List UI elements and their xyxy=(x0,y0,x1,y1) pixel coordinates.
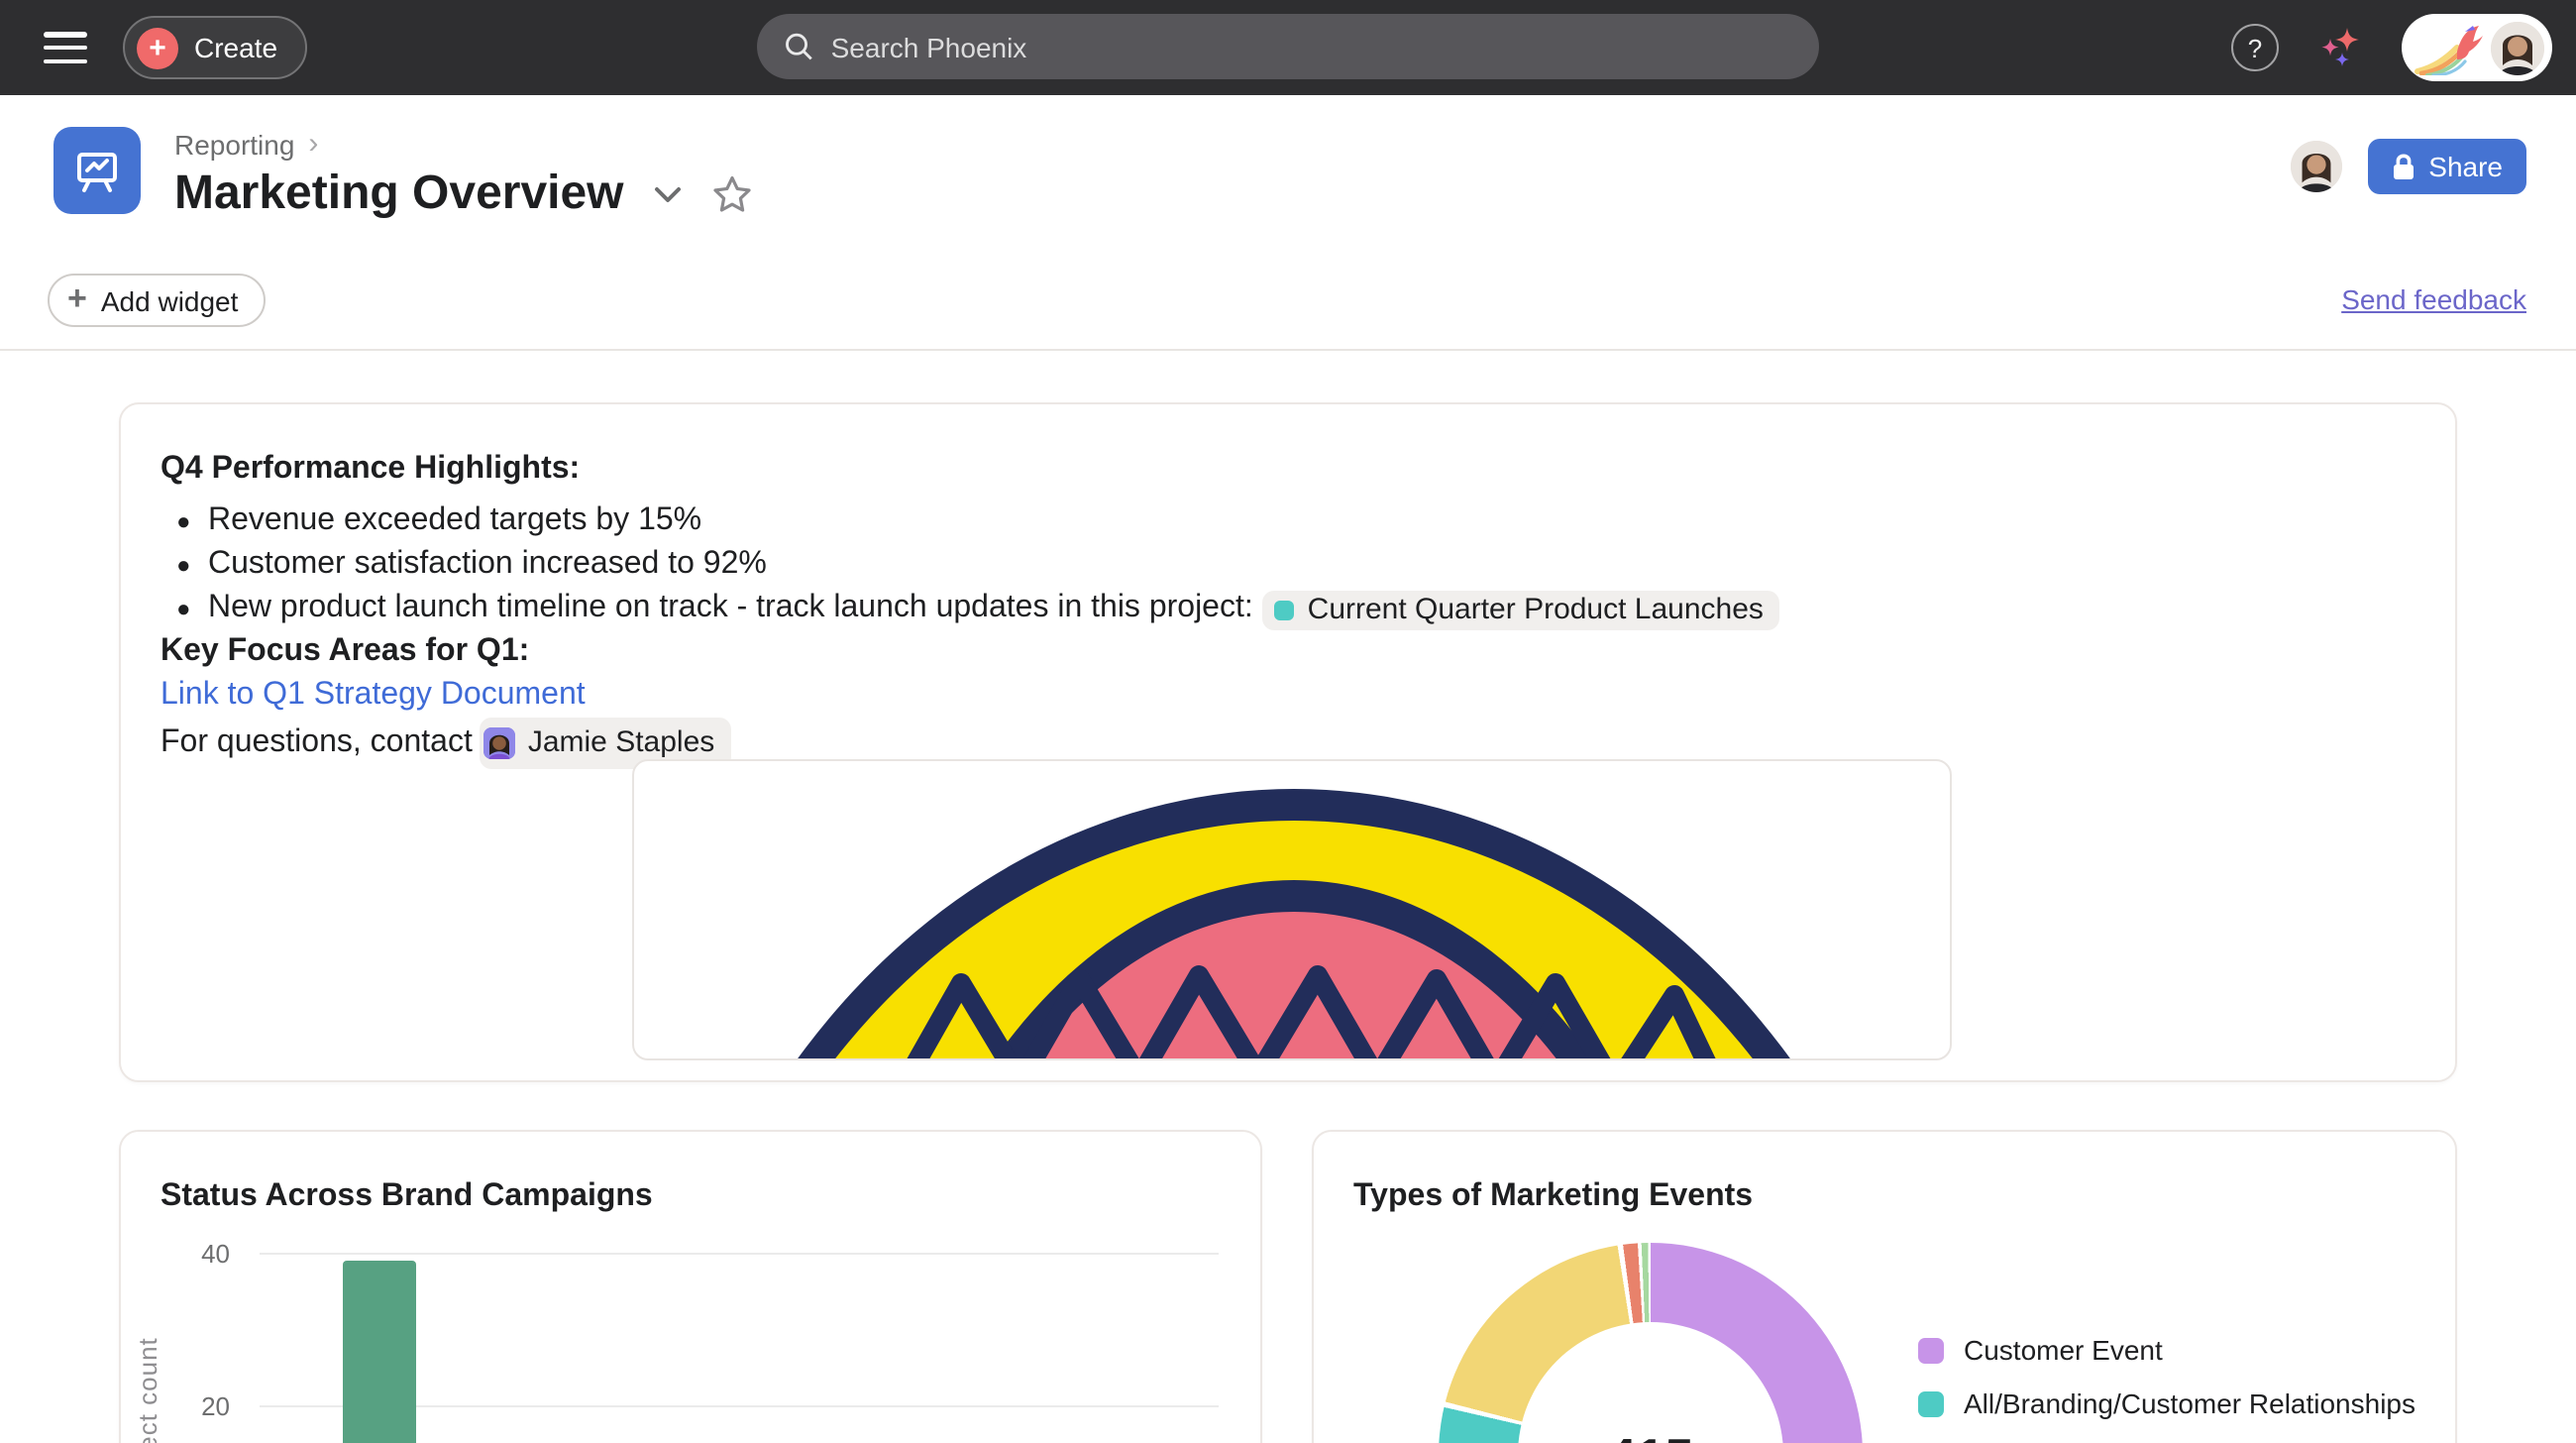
q1-strategy-document-link[interactable]: Link to Q1 Strategy Document xyxy=(161,674,2415,718)
project-chip-label: Current Quarter Product Launches xyxy=(1308,593,1764,628)
y-tick-20: 20 xyxy=(141,1391,230,1421)
note-bullet-2: ●Customer satisfaction increased to 92% xyxy=(161,543,2415,587)
ai-sparkles-icon[interactable] xyxy=(2316,24,2364,71)
balloon-illustration xyxy=(634,761,1952,1060)
legend-item-third xyxy=(1918,1437,2415,1443)
search-icon xyxy=(785,32,813,61)
breadcrumb-reporting-link[interactable]: Reporting xyxy=(174,128,294,160)
y-tick-40: 40 xyxy=(141,1239,230,1269)
donut-legend: Customer Event All/Branding/Customer Rel… xyxy=(1918,1330,2415,1443)
donut-chart-widget-card: Types of Marketing Events 415 Customer E… xyxy=(1312,1130,2457,1443)
share-button-label: Share xyxy=(2428,151,2503,182)
page-title[interactable]: Marketing Overview xyxy=(174,166,624,222)
note-bullet-1: ●Revenue exceeded targets by 15% xyxy=(161,500,2415,543)
asana-dashboard-page: + Create ? xyxy=(0,0,2576,1443)
focus-heading: Key Focus Areas for Q1: xyxy=(161,630,2415,674)
legend-swatch-teal xyxy=(1918,1390,1944,1416)
project-chip-link[interactable]: Current Quarter Product Launches xyxy=(1262,591,1779,630)
legend-item-all-branding: All/Branding/Customer Relationships xyxy=(1918,1384,2415,1423)
phoenix-logo-icon xyxy=(2414,20,2485,75)
plus-icon: + xyxy=(67,281,87,315)
global-search[interactable] xyxy=(757,14,1819,79)
donut-chart[interactable] xyxy=(1439,1243,1863,1443)
lock-icon xyxy=(2391,153,2415,180)
collaborator-avatar[interactable] xyxy=(2290,141,2341,192)
note-heading: Q4 Performance Highlights: xyxy=(161,448,2415,492)
header-right-cluster: Share xyxy=(2290,139,2526,194)
top-bar: + Create ? xyxy=(0,0,2576,95)
jamie-staples-avatar xyxy=(484,727,516,759)
sidebar-toggle-icon[interactable] xyxy=(44,32,87,63)
star-favorite-icon[interactable] xyxy=(711,174,753,214)
title-row: Marketing Overview xyxy=(174,166,753,222)
breadcrumb-chevron-icon: › xyxy=(308,127,318,161)
topbar-right-cluster: ? xyxy=(2231,0,2552,95)
help-button[interactable]: ? xyxy=(2231,24,2279,71)
share-button[interactable]: Share xyxy=(2367,139,2526,194)
project-color-swatch xyxy=(1274,601,1294,620)
bar-chart-widget-card: Status Across Brand Campaigns Project co… xyxy=(119,1130,1262,1443)
plus-icon: + xyxy=(137,27,178,68)
send-feedback-link[interactable]: Send feedback xyxy=(2341,283,2526,315)
bar-chart-title: Status Across Brand Campaigns xyxy=(161,1179,653,1215)
legend-item-customer-event: Customer Event xyxy=(1918,1330,2415,1370)
user-avatar xyxy=(2491,21,2544,74)
create-button-label: Create xyxy=(194,32,277,63)
donut-total-value: 415 xyxy=(1439,1427,1863,1443)
green-status-bar[interactable] xyxy=(343,1261,416,1443)
note-bullet-3: ●New product launch timeline on track - … xyxy=(161,587,2415,630)
account-menu[interactable] xyxy=(2402,14,2552,81)
breadcrumb: Reporting › xyxy=(174,127,318,161)
donut-hole xyxy=(1518,1322,1783,1443)
legend-swatch-purple xyxy=(1918,1337,1944,1363)
gridline-40 xyxy=(260,1253,1219,1255)
page-header: Reporting › Marketing Overview xyxy=(0,95,2576,258)
contact-prefix: For questions, contact xyxy=(161,722,473,765)
dashboard-tile-icon[interactable] xyxy=(54,127,141,214)
search-input[interactable] xyxy=(831,31,1791,62)
create-button[interactable]: + Create xyxy=(123,16,307,79)
chevron-down-icon[interactable] xyxy=(654,185,682,203)
dashboard-toolbar: + Add widget Send feedback xyxy=(0,258,2576,351)
line-chart-board-icon xyxy=(71,145,123,196)
donut-chart-title: Types of Marketing Events xyxy=(1353,1179,1753,1215)
embedded-image-widget[interactable] xyxy=(632,759,1952,1060)
note-widget-card: Q4 Performance Highlights: ●Revenue exce… xyxy=(119,402,2457,1082)
add-widget-label: Add widget xyxy=(101,284,239,316)
add-widget-button[interactable]: + Add widget xyxy=(48,274,266,327)
dashboard-canvas: Q4 Performance Highlights: ●Revenue exce… xyxy=(0,351,2576,1443)
